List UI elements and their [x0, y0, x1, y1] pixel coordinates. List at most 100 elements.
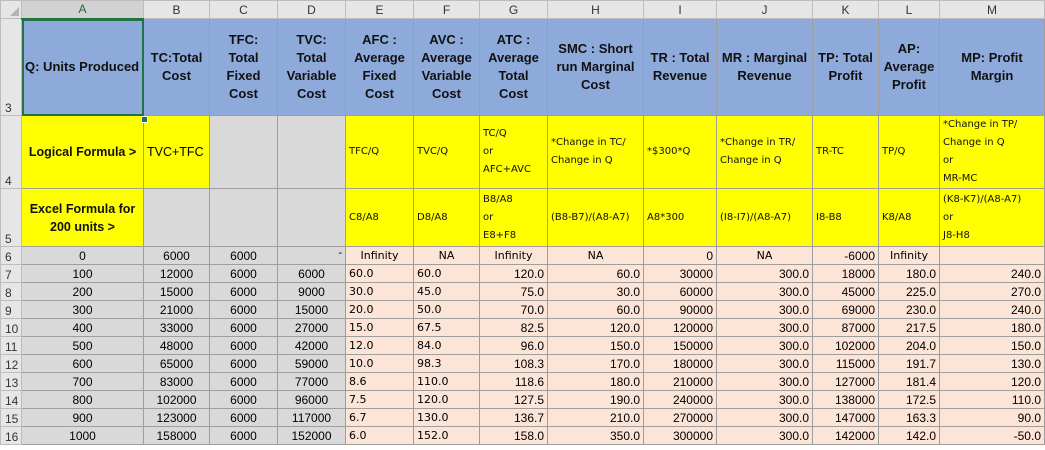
- header-cell-c[interactable]: TFC: Total Fixed Cost: [209, 18, 278, 116]
- cell-d[interactable]: -: [277, 246, 346, 265]
- header-cell-m[interactable]: MP: Profit Margin: [939, 18, 1045, 116]
- cell-g[interactable]: 158.0: [479, 426, 548, 445]
- cell-g[interactable]: 118.6: [479, 372, 548, 391]
- cell-e[interactable]: 10.0: [345, 354, 414, 373]
- cell-j[interactable]: NA: [716, 246, 813, 265]
- column-header-f[interactable]: F: [413, 0, 480, 19]
- cell-c[interactable]: 6000: [209, 300, 278, 319]
- logical-formula-cell[interactable]: [209, 115, 278, 189]
- cell-b[interactable]: 15000: [143, 282, 210, 301]
- cell-m[interactable]: 120.0: [939, 372, 1045, 391]
- cell-f[interactable]: 152.0: [413, 426, 480, 445]
- cell-a[interactable]: 500: [21, 336, 144, 355]
- cell-a[interactable]: 900: [21, 408, 144, 427]
- cell-k[interactable]: 127000: [812, 372, 879, 391]
- column-header-h[interactable]: H: [547, 0, 644, 19]
- row-number[interactable]: 14: [0, 390, 22, 409]
- cell-c[interactable]: 6000: [209, 282, 278, 301]
- cell-a[interactable]: 0: [21, 246, 144, 265]
- cell-d[interactable]: 27000: [277, 318, 346, 337]
- cell-j[interactable]: 300.0: [716, 354, 813, 373]
- cell-d[interactable]: 9000: [277, 282, 346, 301]
- cell-l[interactable]: 181.4: [878, 372, 940, 391]
- cell-l[interactable]: 180.0: [878, 264, 940, 283]
- cell-a[interactable]: 700: [21, 372, 144, 391]
- cell-d[interactable]: 152000: [277, 426, 346, 445]
- cell-b[interactable]: 48000: [143, 336, 210, 355]
- cell-e[interactable]: 6.7: [345, 408, 414, 427]
- logical-formula-cell[interactable]: [277, 115, 346, 189]
- cell-j[interactable]: 300.0: [716, 390, 813, 409]
- cell-e[interactable]: 7.5: [345, 390, 414, 409]
- cell-a[interactable]: 200: [21, 282, 144, 301]
- header-cell-e[interactable]: AFC : Average Fixed Cost: [345, 18, 414, 116]
- cell-a[interactable]: 300: [21, 300, 144, 319]
- cell-a[interactable]: 1000: [21, 426, 144, 445]
- cell-j[interactable]: 300.0: [716, 300, 813, 319]
- cell-l[interactable]: 191.7: [878, 354, 940, 373]
- logical-formula-cell[interactable]: TVC/Q: [413, 115, 480, 189]
- fill-handle[interactable]: [141, 116, 148, 123]
- cell-j[interactable]: 300.0: [716, 318, 813, 337]
- cell-f[interactable]: 67.5: [413, 318, 480, 337]
- cell-a[interactable]: 400: [21, 318, 144, 337]
- cell-c[interactable]: 6000: [209, 390, 278, 409]
- cell-b[interactable]: 33000: [143, 318, 210, 337]
- cell-c[interactable]: 6000: [209, 408, 278, 427]
- excel-formula-cell[interactable]: C8/A8: [345, 188, 414, 247]
- cell-h[interactable]: 350.0: [547, 426, 644, 445]
- cell-c[interactable]: 6000: [209, 372, 278, 391]
- cell-i[interactable]: 240000: [643, 390, 717, 409]
- column-header-c[interactable]: C: [209, 0, 278, 19]
- cell-e[interactable]: 8.6: [345, 372, 414, 391]
- header-cell-g[interactable]: ATC : Average Total Cost: [479, 18, 548, 116]
- header-cell-j[interactable]: MR : Marginal Revenue: [716, 18, 813, 116]
- cell-h[interactable]: 180.0: [547, 372, 644, 391]
- logical-formula-cell[interactable]: TVC+TFC: [143, 115, 210, 189]
- cell-c[interactable]: 6000: [209, 426, 278, 445]
- cell-m[interactable]: 110.0: [939, 390, 1045, 409]
- logical-formula-cell[interactable]: TFC/Q: [345, 115, 414, 189]
- cell-i[interactable]: 30000: [643, 264, 717, 283]
- cell-m[interactable]: 180.0: [939, 318, 1045, 337]
- cell-f[interactable]: 98.3: [413, 354, 480, 373]
- cell-b[interactable]: 21000: [143, 300, 210, 319]
- cell-g[interactable]: 96.0: [479, 336, 548, 355]
- header-cell-i[interactable]: TR : Total Revenue: [643, 18, 717, 116]
- excel-formula-cell[interactable]: K8/A8: [878, 188, 940, 247]
- column-header-e[interactable]: E: [345, 0, 414, 19]
- cell-d[interactable]: 6000: [277, 264, 346, 283]
- cell-i[interactable]: 90000: [643, 300, 717, 319]
- cell-j[interactable]: 300.0: [716, 282, 813, 301]
- logical-formula-cell[interactable]: *Change in TP/ Change in Q or MR-MC: [939, 115, 1045, 189]
- logical-formula-cell[interactable]: TP/Q: [878, 115, 940, 189]
- cell-j[interactable]: 300.0: [716, 408, 813, 427]
- cell-h[interactable]: 120.0: [547, 318, 644, 337]
- cell-h[interactable]: 210.0: [547, 408, 644, 427]
- cell-b[interactable]: 158000: [143, 426, 210, 445]
- cell-l[interactable]: 204.0: [878, 336, 940, 355]
- cell-k[interactable]: 115000: [812, 354, 879, 373]
- excel-formula-cell[interactable]: [277, 188, 346, 247]
- cell-f[interactable]: 50.0: [413, 300, 480, 319]
- cell-g[interactable]: 136.7: [479, 408, 548, 427]
- column-header-d[interactable]: D: [277, 0, 346, 19]
- cell-b[interactable]: 83000: [143, 372, 210, 391]
- cell-h[interactable]: 170.0: [547, 354, 644, 373]
- cell-i[interactable]: 210000: [643, 372, 717, 391]
- cell-b[interactable]: 6000: [143, 246, 210, 265]
- cell-i[interactable]: 60000: [643, 282, 717, 301]
- row-number[interactable]: 13: [0, 372, 22, 391]
- cell-e[interactable]: Infinity: [345, 246, 414, 265]
- logical-formula-cell[interactable]: *Change in TR/ Change in Q: [716, 115, 813, 189]
- header-cell-l[interactable]: AP: Average Profit: [878, 18, 940, 116]
- header-cell-b[interactable]: TC:Total Cost: [143, 18, 210, 116]
- cell-e[interactable]: 12.0: [345, 336, 414, 355]
- cell-f[interactable]: 110.0: [413, 372, 480, 391]
- row-number[interactable]: 10: [0, 318, 22, 337]
- cell-m[interactable]: [939, 246, 1045, 265]
- cell-d[interactable]: 77000: [277, 372, 346, 391]
- excel-formula-cell[interactable]: A8*300: [643, 188, 717, 247]
- cell-g[interactable]: 120.0: [479, 264, 548, 283]
- row-number[interactable]: 16: [0, 426, 22, 445]
